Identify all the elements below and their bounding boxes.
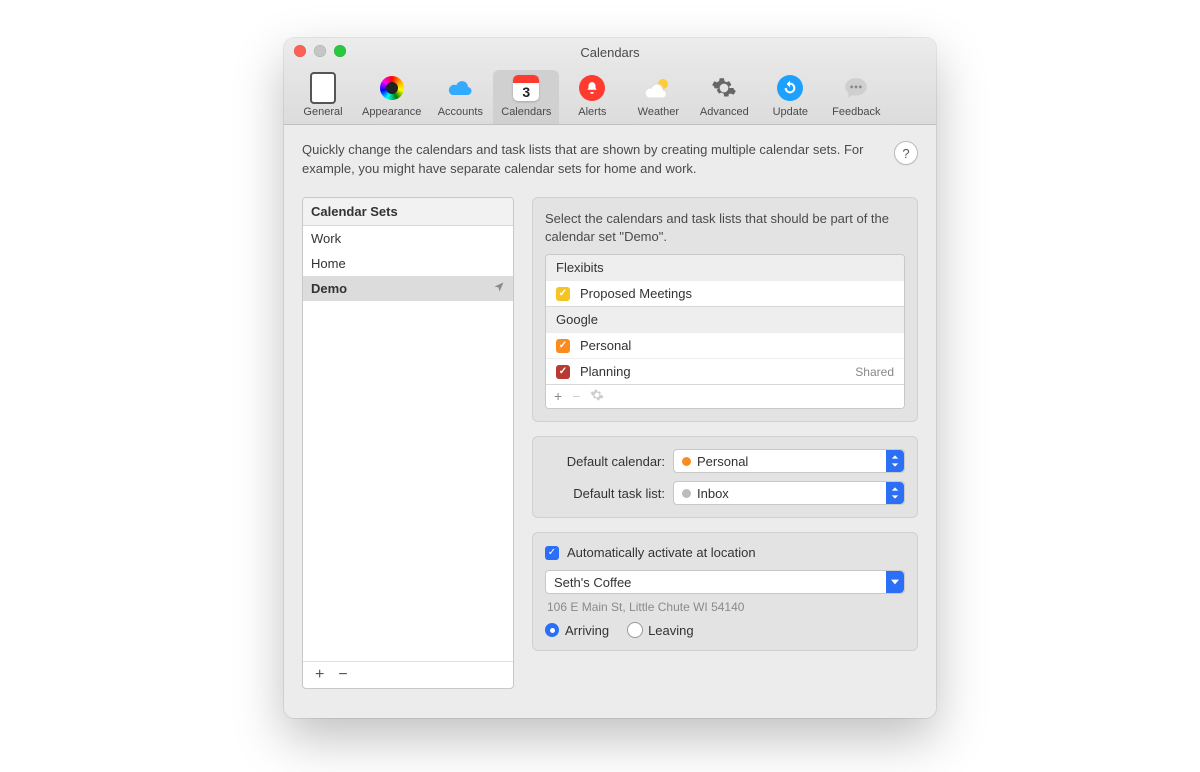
default-calendar-label: Default calendar: <box>545 454 665 469</box>
calendar-label: Personal <box>580 338 631 353</box>
calendar-row[interactable]: ✓ Proposed Meetings <box>546 280 904 306</box>
refresh-icon <box>774 72 806 104</box>
remove-set-button[interactable]: − <box>332 664 353 686</box>
calendar-set-item[interactable]: Home <box>303 251 513 276</box>
calendar-set-label: Work <box>311 231 341 246</box>
help-button[interactable]: ? <box>894 141 918 165</box>
weather-icon <box>642 72 674 104</box>
radio-label: Leaving <box>648 623 694 638</box>
tab-label: General <box>303 106 342 118</box>
calendar-label: Planning <box>580 364 631 379</box>
speech-bubble-icon <box>840 72 872 104</box>
calendar-list-footer: + − <box>546 384 904 408</box>
tab-calendars[interactable]: 3 Calendars <box>493 70 559 124</box>
tab-weather[interactable]: Weather <box>625 70 691 124</box>
tab-label: Advanced <box>700 106 749 118</box>
tab-label: Weather <box>638 106 679 118</box>
chevron-down-icon <box>886 571 904 593</box>
tab-label: Alerts <box>578 106 606 118</box>
minimize-window-icon[interactable] <box>314 45 326 57</box>
auto-activate-label: Automatically activate at location <box>567 545 756 560</box>
content-area: Quickly change the calendars and task li… <box>284 125 936 707</box>
calendar-group-header: Flexibits <box>546 255 904 280</box>
calendar-icon: 3 <box>510 72 542 104</box>
calendar-checkbox[interactable]: ✓ <box>556 339 570 353</box>
color-dot-icon <box>682 489 691 498</box>
page-description: Quickly change the calendars and task li… <box>302 141 884 179</box>
calendar-sets-panel: Calendar Sets Work Home Demo + − <box>302 197 514 689</box>
tab-alerts[interactable]: Alerts <box>559 70 625 124</box>
arriving-option[interactable]: Arriving <box>545 623 609 638</box>
tab-appearance[interactable]: Appearance <box>356 70 427 124</box>
tab-advanced[interactable]: Advanced <box>691 70 757 124</box>
add-calendar-button[interactable]: + <box>554 388 562 405</box>
close-window-icon[interactable] <box>294 45 306 57</box>
calendar-checkbox[interactable]: ✓ <box>556 287 570 301</box>
location-address: 106 E Main St, Little Chute WI 54140 <box>547 600 905 614</box>
tab-label: Feedback <box>832 106 880 118</box>
calendar-set-label: Demo <box>311 281 347 296</box>
calendar-row[interactable]: ✓ Planning Shared <box>546 358 904 384</box>
remove-calendar-button[interactable]: − <box>572 388 580 405</box>
chevron-updown-icon <box>886 482 904 504</box>
default-tasklist-select[interactable]: Inbox <box>673 481 905 505</box>
radio-unchecked-icon <box>627 622 643 638</box>
tab-feedback[interactable]: Feedback <box>823 70 889 124</box>
chevron-updown-icon <box>886 450 904 472</box>
calendar-sets-footer: + − <box>303 661 513 688</box>
tab-label: Appearance <box>362 106 421 118</box>
select-value: Inbox <box>697 486 729 501</box>
calendar-set-item[interactable]: Demo <box>303 276 513 301</box>
radio-label: Arriving <box>565 623 609 638</box>
zoom-window-icon[interactable] <box>334 45 346 57</box>
tab-update[interactable]: Update <box>757 70 823 124</box>
preferences-window: Calendars General Appearance Accounts 3 … <box>284 38 936 718</box>
tab-general[interactable]: General <box>290 70 356 124</box>
location-box: ✓ Automatically activate at location Set… <box>532 532 918 651</box>
radio-checked-icon <box>545 623 559 637</box>
calendars-box-description: Select the calendars and task lists that… <box>545 210 905 246</box>
calendar-settings-button[interactable] <box>590 388 604 405</box>
calendar-sets-header: Calendar Sets <box>303 198 513 226</box>
location-arrow-icon <box>493 281 505 296</box>
tab-label: Accounts <box>438 106 483 118</box>
leaving-option[interactable]: Leaving <box>627 622 694 638</box>
default-tasklist-label: Default task list: <box>545 486 665 501</box>
cloud-icon <box>444 72 476 104</box>
right-column: Select the calendars and task lists that… <box>532 197 918 689</box>
auto-activate-row[interactable]: ✓ Automatically activate at location <box>545 545 905 560</box>
window-title: Calendars <box>284 45 936 60</box>
add-set-button[interactable]: + <box>309 664 330 686</box>
gear-icon <box>708 72 740 104</box>
arrive-leave-radios: Arriving Leaving <box>545 622 905 638</box>
shared-badge: Shared <box>855 365 894 379</box>
tab-label: Calendars <box>501 106 551 118</box>
titlebar: Calendars <box>284 38 936 66</box>
tab-label: Update <box>773 106 808 118</box>
preferences-toolbar: General Appearance Accounts 3 Calendars … <box>284 66 936 125</box>
color-wheel-icon <box>376 72 408 104</box>
defaults-box: Default calendar: Personal Default task … <box>532 436 918 518</box>
calendar-row[interactable]: ✓ Personal <box>546 332 904 358</box>
tab-accounts[interactable]: Accounts <box>427 70 493 124</box>
bell-icon <box>576 72 608 104</box>
calendar-set-label: Home <box>311 256 346 271</box>
select-value: Personal <box>697 454 748 469</box>
calendars-box: Select the calendars and task lists that… <box>532 197 918 422</box>
calendar-checkbox[interactable]: ✓ <box>556 365 570 379</box>
calendar-group-header: Google <box>546 306 904 332</box>
default-calendar-select[interactable]: Personal <box>673 449 905 473</box>
location-combo[interactable]: Seth's Coffee <box>545 570 905 594</box>
calendar-list: Flexibits ✓ Proposed Meetings Google ✓ P… <box>545 254 905 409</box>
location-value: Seth's Coffee <box>554 575 631 590</box>
calendar-set-item[interactable]: Work <box>303 226 513 251</box>
color-dot-icon <box>682 457 691 466</box>
phone-icon <box>307 72 339 104</box>
window-traffic-lights <box>294 45 346 57</box>
checkbox-icon[interactable]: ✓ <box>545 546 559 560</box>
calendar-label: Proposed Meetings <box>580 286 692 301</box>
